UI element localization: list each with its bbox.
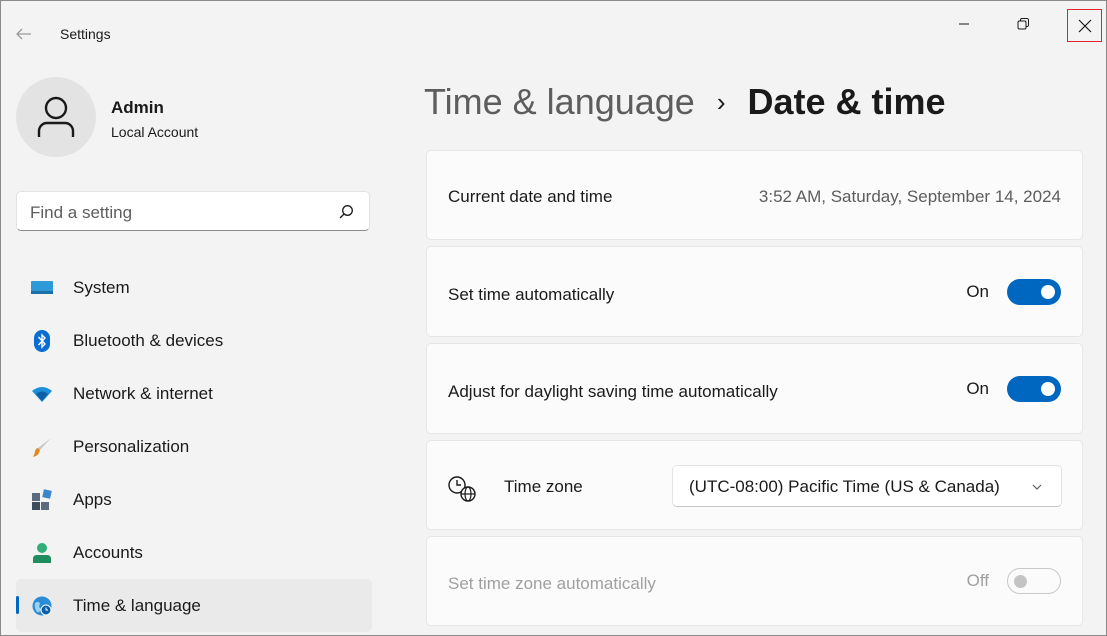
set-tz-auto-card: Set time zone automatically Off — [426, 536, 1083, 626]
set-time-auto-label: Set time automatically — [448, 285, 615, 304]
restore-icon — [1017, 18, 1029, 30]
sidebar-item-time-language[interactable]: Time & language — [16, 579, 372, 632]
app-title: Settings — [60, 26, 111, 42]
sidebar-item-apps[interactable]: Apps — [16, 473, 372, 526]
minimize-icon — [959, 23, 969, 25]
chevron-down-icon — [1032, 484, 1042, 490]
close-button[interactable] — [1067, 9, 1102, 42]
toggle-knob — [1041, 285, 1055, 299]
sidebar-item-system[interactable]: System — [16, 261, 372, 314]
current-datetime-value: 3:52 AM, Saturday, September 14, 2024 — [758, 187, 1061, 206]
sidebar-item-accounts[interactable]: Accounts — [16, 526, 372, 579]
sidebar-item-label: Network & internet — [73, 383, 213, 403]
daylight-saving-toggle-group: On — [966, 376, 1061, 402]
person-icon — [30, 541, 54, 565]
sidebar-item-personalization[interactable]: Personalization — [16, 420, 372, 473]
active-indicator — [16, 596, 19, 614]
search-icon[interactable] — [337, 203, 355, 221]
daylight-saving-label: Adjust for daylight saving time automati… — [448, 382, 778, 401]
search-input[interactable]: Find a setting — [16, 191, 370, 231]
search-placeholder: Find a setting — [30, 203, 133, 222]
toggle-knob — [1014, 575, 1027, 588]
sidebar-item-label: Apps — [73, 489, 112, 509]
user-icon — [37, 96, 75, 137]
sidebar-item-label: Time & language — [73, 595, 201, 615]
minimize-button[interactable] — [947, 7, 981, 41]
current-datetime-label: Current date and time — [448, 187, 613, 206]
wifi-icon — [30, 382, 54, 406]
set-time-auto-toggle-group: On — [966, 279, 1061, 305]
set-tz-auto-toggle[interactable] — [1007, 568, 1061, 594]
settings-window: Settings Admin Local Account Find a sett… — [0, 0, 1107, 636]
set-tz-auto-label: Set time zone automatically — [448, 574, 656, 593]
time-zone-dropdown[interactable]: (UTC-08:00) Pacific Time (US & Canada) — [672, 465, 1062, 507]
sidebar-item-label: Personalization — [73, 436, 190, 456]
sidebar-item-label: Bluetooth & devices — [73, 330, 224, 350]
close-icon — [1078, 19, 1091, 32]
restore-button[interactable] — [1006, 7, 1040, 41]
toggle-state-label: On — [966, 379, 989, 398]
globe-clock-icon — [30, 594, 54, 618]
time-zone-card: Time zone (UTC-08:00) Pacific Time (US &… — [426, 440, 1083, 530]
toggle-state-label: Off — [966, 571, 989, 590]
current-datetime-card: Current date and time 3:52 AM, Saturday,… — [426, 150, 1083, 240]
sidebar-item-label: System — [73, 277, 130, 297]
avatar[interactable] — [16, 77, 96, 157]
back-arrow-icon — [16, 28, 31, 40]
set-tz-auto-toggle-group: Off — [967, 568, 1061, 594]
sidebar-item-bluetooth[interactable]: Bluetooth & devices — [16, 314, 372, 367]
sidebar-nav: System Bluetooth & devices Network & int… — [16, 261, 372, 632]
breadcrumb-parent[interactable]: Time & language — [424, 81, 695, 123]
toggle-knob — [1041, 382, 1055, 396]
breadcrumb-separator: › — [716, 86, 726, 117]
apps-icon — [30, 488, 54, 512]
set-time-auto-toggle[interactable] — [1007, 279, 1061, 305]
brush-icon — [30, 435, 54, 459]
toggle-state-label: On — [966, 282, 989, 301]
globe-clock-icon — [448, 476, 476, 502]
page-title: Date & time — [747, 81, 946, 122]
daylight-saving-toggle[interactable] — [1007, 376, 1061, 402]
system-icon — [30, 276, 54, 300]
title-bar: Settings — [1, 1, 1106, 67]
back-button[interactable] — [13, 23, 35, 45]
breadcrumb: Time & language › Date & time — [424, 79, 946, 125]
time-zone-label: Time zone — [504, 477, 583, 496]
time-zone-selected-value: (UTC-08:00) Pacific Time (US & Canada) — [689, 477, 1000, 496]
bluetooth-icon — [30, 329, 54, 353]
profile-account-type: Local Account — [111, 124, 199, 140]
sidebar-item-network[interactable]: Network & internet — [16, 367, 372, 420]
profile-name: Admin — [111, 98, 164, 117]
daylight-saving-card: Adjust for daylight saving time automati… — [426, 343, 1083, 434]
sidebar-item-label: Accounts — [73, 542, 143, 562]
set-time-auto-card: Set time automatically On — [426, 246, 1083, 337]
